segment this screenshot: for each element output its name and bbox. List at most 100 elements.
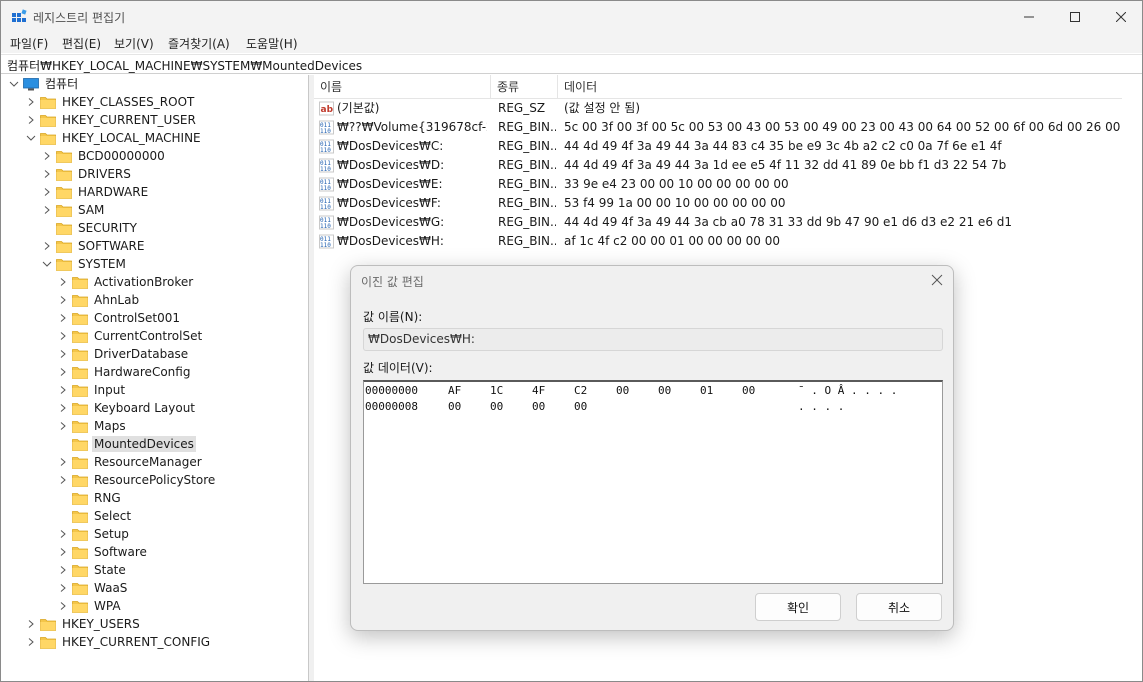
tree-item[interactable]: HARDWARE bbox=[42, 183, 150, 201]
menu-help[interactable]: 도움말(H) bbox=[246, 35, 298, 52]
cancel-button[interactable]: 취소 bbox=[856, 593, 942, 621]
expand-chevron-icon[interactable] bbox=[58, 579, 68, 597]
tree-item[interactable]: BCD00000000 bbox=[42, 147, 167, 165]
expand-chevron-icon[interactable] bbox=[42, 147, 52, 165]
tree-item[interactable]: DriverDatabase bbox=[58, 345, 190, 363]
value-row[interactable]: 011 110 ₩DosDevices₩H: REG_BIN... af 1c 4f c… bbox=[314, 232, 1122, 251]
value-row[interactable]: 011 110 ₩DosDevices₩D: REG_BIN... 44 4d 49 4… bbox=[314, 156, 1122, 175]
collapse-chevron-icon[interactable] bbox=[26, 129, 36, 147]
tree-item[interactable]: CurrentControlSet bbox=[58, 327, 204, 345]
tree-item[interactable]: 컴퓨터 bbox=[9, 75, 80, 93]
hex-byte[interactable]: C2 bbox=[574, 384, 587, 397]
expand-chevron-icon[interactable] bbox=[58, 453, 68, 471]
dialog-close-icon[interactable] bbox=[929, 272, 945, 288]
column-header-data[interactable]: 데이터 bbox=[558, 75, 1122, 99]
value-row[interactable]: 011 110 ₩DosDevices₩E: REG_BIN... 33 9e e4 2… bbox=[314, 175, 1122, 194]
collapse-chevron-icon[interactable] bbox=[9, 75, 19, 93]
hex-ascii[interactable]: ¯ . O Â . . . . bbox=[798, 384, 897, 397]
ok-button[interactable]: 확인 bbox=[755, 593, 841, 621]
tree-item[interactable]: MountedDevices bbox=[58, 435, 196, 453]
expand-chevron-icon[interactable] bbox=[26, 615, 36, 633]
expand-chevron-icon[interactable] bbox=[58, 327, 68, 345]
hex-byte[interactable]: 00 bbox=[658, 384, 671, 397]
tree-item[interactable]: RNG bbox=[58, 489, 123, 507]
tree-item[interactable]: ResourceManager bbox=[58, 453, 204, 471]
menu-view[interactable]: 보기(V) bbox=[114, 35, 154, 52]
value-row[interactable]: 011 110 ₩DosDevices₩F: REG_BIN... 53 f4 99 1… bbox=[314, 194, 1122, 213]
hex-byte[interactable]: 00 bbox=[574, 400, 587, 413]
tree-item[interactable]: HardwareConfig bbox=[58, 363, 192, 381]
expand-chevron-icon[interactable] bbox=[26, 111, 36, 129]
hex-line[interactable]: 00000008 00 00 00 00 . . . . bbox=[364, 400, 942, 415]
tree-item[interactable]: HKEY_CURRENT_CONFIG bbox=[26, 633, 212, 651]
expand-chevron-icon[interactable] bbox=[58, 561, 68, 579]
hex-byte[interactable]: 1C bbox=[490, 384, 503, 397]
key-tree-pane[interactable]: 컴퓨터 HKEY_CLASSES_ROOT HKEY_CURRENT_USER HKE… bbox=[1, 75, 309, 681]
tree-item[interactable]: HKEY_CURRENT_USER bbox=[26, 111, 198, 129]
expand-chevron-icon[interactable] bbox=[58, 543, 68, 561]
expand-chevron-icon[interactable] bbox=[58, 471, 68, 489]
tree-item[interactable]: WPA bbox=[58, 597, 123, 615]
column-header-type[interactable]: 종류 bbox=[491, 75, 558, 99]
tree-item[interactable]: Maps bbox=[58, 417, 128, 435]
address-path[interactable]: 컴퓨터₩HKEY_LOCAL_MACHINE₩SYSTEM₩MountedDev… bbox=[7, 57, 362, 74]
hex-ascii[interactable]: . . . . bbox=[798, 400, 844, 413]
tree-item[interactable]: AhnLab bbox=[58, 291, 141, 309]
value-row[interactable]: 011 110 ₩DosDevices₩G: REG_BIN... 44 4d 49 4… bbox=[314, 213, 1122, 232]
tree-item[interactable]: DRIVERS bbox=[42, 165, 133, 183]
expand-chevron-icon[interactable] bbox=[58, 345, 68, 363]
tree-item[interactable]: WaaS bbox=[58, 579, 129, 597]
tree-item[interactable]: ControlSet001 bbox=[58, 309, 182, 327]
expand-chevron-icon[interactable] bbox=[58, 381, 68, 399]
hex-byte[interactable]: 00 bbox=[742, 384, 755, 397]
tree-item[interactable]: SOFTWARE bbox=[42, 237, 146, 255]
value-row[interactable]: ab (기본값) REG_SZ (값 설정 안 됨) bbox=[314, 99, 1122, 118]
tree-item[interactable]: Software bbox=[58, 543, 149, 561]
minimize-button[interactable] bbox=[1006, 1, 1052, 33]
tree-item[interactable]: HKEY_LOCAL_MACHINE bbox=[26, 129, 203, 147]
hex-byte[interactable]: 00 bbox=[448, 400, 461, 413]
close-button[interactable] bbox=[1098, 1, 1143, 33]
tree-item[interactable]: SECURITY bbox=[42, 219, 139, 237]
expand-chevron-icon[interactable] bbox=[58, 309, 68, 327]
menu-favorites[interactable]: 즐겨찾기(A) bbox=[168, 35, 230, 52]
column-header-name[interactable]: 이름 bbox=[314, 75, 491, 99]
hex-data-editor[interactable]: 00000000 AF 1C 4F C2 00 00 01 00 ¯ . O Â . . . .0… bbox=[363, 380, 943, 584]
expand-chevron-icon[interactable] bbox=[42, 165, 52, 183]
expand-chevron-icon[interactable] bbox=[58, 273, 68, 291]
tree-item[interactable]: Input bbox=[58, 381, 127, 399]
expand-chevron-icon[interactable] bbox=[58, 363, 68, 381]
tree-item[interactable]: HKEY_USERS bbox=[26, 615, 142, 633]
tree-item[interactable]: Setup bbox=[58, 525, 131, 543]
expand-chevron-icon[interactable] bbox=[42, 237, 52, 255]
maximize-button[interactable] bbox=[1052, 1, 1098, 33]
tree-item[interactable]: ResourcePolicyStore bbox=[58, 471, 217, 489]
hex-byte[interactable]: AF bbox=[448, 384, 461, 397]
expand-chevron-icon[interactable] bbox=[58, 291, 68, 309]
hex-byte[interactable]: 00 bbox=[532, 400, 545, 413]
tree-item[interactable]: ActivationBroker bbox=[58, 273, 195, 291]
expand-chevron-icon[interactable] bbox=[26, 93, 36, 111]
title-bar[interactable]: 레지스트리 편집기 bbox=[1, 1, 1142, 33]
hex-line[interactable]: 00000000 AF 1C 4F C2 00 00 01 00 ¯ . O Â . . . . bbox=[364, 384, 942, 399]
expand-chevron-icon[interactable] bbox=[42, 201, 52, 219]
expand-chevron-icon[interactable] bbox=[58, 417, 68, 435]
hex-byte[interactable]: 01 bbox=[700, 384, 713, 397]
hex-byte[interactable]: 4F bbox=[532, 384, 545, 397]
hex-byte[interactable]: 00 bbox=[616, 384, 629, 397]
expand-chevron-icon[interactable] bbox=[26, 633, 36, 651]
tree-item[interactable]: State bbox=[58, 561, 128, 579]
expand-chevron-icon[interactable] bbox=[58, 399, 68, 417]
menu-file[interactable]: 파일(F) bbox=[10, 35, 48, 52]
expand-chevron-icon[interactable] bbox=[42, 183, 52, 201]
menu-edit[interactable]: 편집(E) bbox=[62, 35, 101, 52]
hex-byte[interactable]: 00 bbox=[490, 400, 503, 413]
address-bar[interactable]: 컴퓨터₩HKEY_LOCAL_MACHINE₩SYSTEM₩MountedDev… bbox=[1, 54, 1142, 74]
tree-item[interactable]: Select bbox=[58, 507, 133, 525]
expand-chevron-icon[interactable] bbox=[58, 597, 68, 615]
collapse-chevron-icon[interactable] bbox=[42, 255, 52, 273]
tree-item[interactable]: HKEY_CLASSES_ROOT bbox=[26, 93, 196, 111]
tree-item[interactable]: SYSTEM bbox=[42, 255, 128, 273]
tree-item[interactable]: SAM bbox=[42, 201, 106, 219]
value-row[interactable]: 011 110 ₩DosDevices₩C: REG_BIN... 44 4d 49 4… bbox=[314, 137, 1122, 156]
